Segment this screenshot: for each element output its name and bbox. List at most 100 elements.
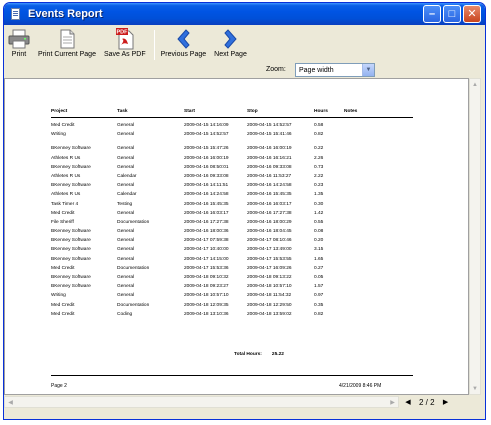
maximize-button[interactable]: □	[443, 5, 461, 23]
cell-project: Writing	[51, 132, 66, 138]
save-as-pdf-button[interactable]: PDF Save As PDF	[104, 28, 146, 58]
cell-project: Task Timer 4	[51, 201, 79, 207]
cell-stop: 2009-04-17 08:10:46	[247, 238, 292, 244]
cell-task: General	[117, 123, 135, 128]
table-row: Athletes R Us Calendar 2009-04-16 09:33:08…	[51, 174, 413, 183]
next-page-button[interactable]: Next Page	[214, 28, 247, 58]
cell-start: 2009-04-16 16:00:19	[184, 155, 229, 161]
zoom-select[interactable]: Page width ▼	[295, 63, 375, 77]
maximize-icon: □	[448, 7, 456, 20]
cell-task: General	[117, 183, 135, 189]
table-row: BKenney Software General 2009-04-18 09:23:…	[51, 284, 413, 293]
page-number: Page 2	[51, 383, 67, 389]
cell-start: 2009-04-16 18:00:36	[184, 229, 229, 235]
table-row: Task Timer 4 Testing 2009-04-16 15:45:35 20…	[51, 202, 413, 211]
column-header-task: Task	[117, 109, 128, 114]
cell-start: 2009-04-16 09:33:08	[184, 173, 229, 179]
page-navigator: ◀ 2 / 2 ▶	[403, 396, 477, 408]
cell-start: 2009-04-17 07:59:38	[184, 238, 229, 244]
cell-hours: 2.22	[314, 173, 324, 179]
column-header-hours: Hours	[314, 109, 328, 114]
table-row: BKenney Software General 2009-04-15 15:47:…	[51, 146, 413, 155]
cell-hours: 1.65	[314, 256, 324, 262]
close-icon: ✕	[467, 7, 477, 20]
cell-project: Med Credit	[51, 302, 75, 308]
table-row: BKenney Software General 2009-04-17 07:59:…	[51, 238, 413, 247]
cell-task: General	[117, 164, 135, 170]
cell-project: BKenney Software	[51, 284, 91, 290]
cell-start: 2009-04-18 13:10:36	[184, 311, 229, 317]
cell-stop: 2009-04-16 14:24:58	[247, 183, 292, 189]
cell-hours: 3.15	[314, 247, 324, 253]
scroll-left-icon[interactable]: ◀	[5, 397, 16, 407]
table-row: Med Credit General 2009-04-16 16:03:17 2009…	[51, 211, 413, 220]
cell-task: General	[117, 132, 135, 138]
title-bar[interactable]: Events Report – □ ✕	[4, 3, 485, 25]
pager-next-icon[interactable]: ▶	[441, 398, 451, 406]
cell-task: General	[117, 293, 135, 299]
cell-stop: 2009-04-16 11:53:27	[247, 173, 292, 179]
cell-task: Documentation	[117, 219, 150, 225]
cell-stop: 2009-04-17 13:49:00	[247, 247, 292, 253]
page-icon	[59, 28, 75, 50]
print-button[interactable]: Print	[8, 28, 30, 58]
chevron-down-icon[interactable]: ▼	[362, 64, 374, 76]
zoom-label: Zoom:	[266, 66, 286, 73]
report-viewport[interactable]: Project Task Start Stop Hours Notes Med …	[4, 78, 469, 395]
cell-hours: 0.30	[314, 201, 324, 207]
close-button[interactable]: ✕	[463, 5, 481, 23]
table-row: Med Credit Coding 2009-04-18 13:10:36 2009-…	[51, 312, 413, 321]
pdf-icon: PDF	[115, 28, 134, 50]
cell-task: General	[117, 284, 135, 290]
column-header-stop: Stop	[247, 109, 258, 114]
cell-hours: 0.08	[314, 229, 324, 235]
minimize-icon: –	[428, 7, 436, 20]
table-row: Med Credit Documentation 2009-04-18 12:09:…	[51, 303, 413, 312]
report-timestamp: 4/21/2009 8:46 PM	[339, 383, 382, 389]
printer-icon	[8, 28, 30, 50]
cell-project: Med Credit	[51, 265, 75, 271]
horizontal-scrollbar[interactable]: ◀ ▶	[4, 396, 399, 408]
cell-stop: 2009-04-16 09:33:08	[247, 164, 292, 170]
cell-start: 2009-04-16 08:50:01	[184, 164, 229, 170]
scroll-up-icon[interactable]: ▲	[470, 79, 480, 90]
cell-task: General	[117, 238, 135, 244]
cell-hours: 1.42	[314, 210, 324, 216]
cell-stop: 2009-04-17 15:53:55	[247, 256, 292, 262]
cell-project: Med Credit	[51, 123, 75, 128]
cell-task: General	[117, 256, 135, 262]
table-row: BKenney Software General 2009-04-17 10:40:…	[51, 247, 413, 256]
document-icon	[9, 7, 23, 21]
table-row: BKenney Software General 2009-04-16 08:50:…	[51, 165, 413, 174]
cell-hours: 0.82	[314, 132, 324, 138]
cell-stop: 2009-04-16 15:45:35	[247, 192, 292, 198]
cell-hours: 1.57	[314, 284, 324, 290]
cell-start: 2009-04-16 16:03:17	[184, 210, 229, 216]
toolbar: Print Print Current Page PDF Save As PDF…	[4, 25, 485, 63]
cell-stop: 2009-04-16 18:00:29	[247, 219, 292, 225]
cell-start: 2009-04-17 15:53:36	[184, 265, 229, 271]
table-row: BKenney Software General 2009-04-17 14:15:…	[51, 257, 413, 266]
cell-task: Calendar	[117, 173, 137, 179]
print-current-page-button[interactable]: Print Current Page	[38, 28, 96, 58]
scroll-right-icon[interactable]: ▶	[387, 397, 398, 407]
cell-hours: 0.73	[314, 164, 324, 170]
cell-hours: 2.26	[314, 155, 324, 161]
vertical-scrollbar[interactable]: ▲ ▼	[469, 78, 481, 395]
scroll-down-icon[interactable]: ▼	[470, 383, 480, 394]
cell-hours: 0.05	[314, 275, 324, 280]
cell-start: 2009-04-16 17:27:38	[184, 219, 229, 225]
pager-prev-icon[interactable]: ◀	[403, 398, 413, 406]
cell-start: 2009-04-17 10:40:00	[184, 247, 229, 253]
previous-page-label: Previous Page	[160, 51, 207, 58]
cell-start: 2009-04-16 15:45:35	[184, 201, 229, 207]
cell-task: Testing	[117, 201, 133, 207]
previous-page-button[interactable]: Previous Page	[160, 28, 207, 58]
print-label: Print	[11, 51, 27, 58]
cell-stop: 2009-04-16 16:16:21	[247, 155, 292, 161]
chevron-right-icon	[222, 28, 240, 50]
minimize-button[interactable]: –	[423, 5, 441, 23]
table-row: Writing General 2009-04-15 14:52:57 2009-04…	[51, 132, 413, 141]
next-page-label: Next Page	[214, 51, 247, 58]
cell-hours: 0.35	[314, 302, 324, 308]
